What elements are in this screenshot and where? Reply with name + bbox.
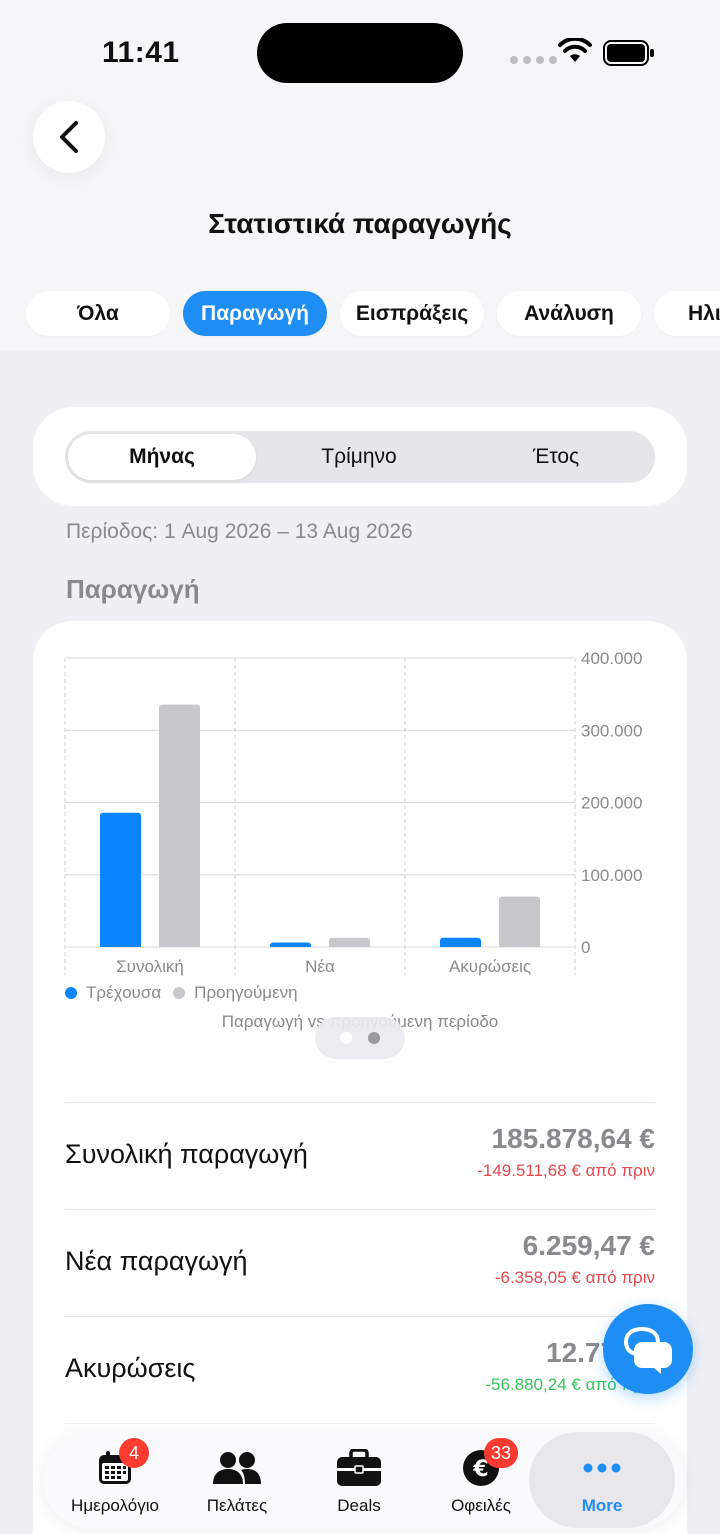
back-button[interactable] [33, 101, 105, 173]
stat-row-cancellations[interactable]: Ακυρώσεις 12.778,8 -56.880,24 € από πριν [65, 1316, 655, 1423]
wifi-icon [558, 38, 592, 62]
production-bar-chart: 400.000 300.000 200.000 100.000 0 Συνολική Νέα… [64, 649, 642, 976]
chat-bubbles-icon [623, 1326, 672, 1374]
period-segmented-control: Μήνας Τρίμηνο Έτος [65, 431, 655, 483]
nav-label: Οφειλές [451, 1496, 511, 1515]
nav-label: Ημερολόγιο [71, 1496, 159, 1515]
briefcase-icon [337, 1449, 381, 1486]
y-tick-label: 200.000 [581, 794, 642, 813]
calendar-badge: 4 [119, 1438, 149, 1468]
chart-bar [499, 896, 540, 947]
period-selector-card: Μήνας Τρίμηνο Έτος [33, 407, 687, 506]
tab-collections[interactable]: Εισπράξεις [340, 291, 484, 336]
chart-bar [270, 942, 311, 947]
chevron-left-icon [60, 121, 78, 153]
production-card: 400.000 300.000 200.000 100.000 0 Συνολική Νέα… [33, 621, 687, 1534]
chart-page-indicator[interactable] [315, 1017, 405, 1059]
page-title: Στατιστικά παραγωγής [208, 208, 512, 239]
x-tick-label: Συνολική [116, 957, 184, 976]
stat-label: Συνολική παραγωγή [65, 1139, 308, 1169]
section-title: Παραγωγή [66, 574, 200, 604]
chart-bar [440, 937, 481, 947]
stat-delta: -6.358,05 € από πριν [494, 1268, 655, 1287]
chart-bar [159, 704, 200, 947]
tab-analysis[interactable]: Ανάλυση [497, 291, 641, 336]
y-tick-label: 0 [581, 938, 590, 957]
dynamic-island [257, 23, 463, 83]
y-tick-label: 300.000 [581, 721, 642, 740]
nav-label: More [581, 1496, 623, 1515]
nav-label: Deals [337, 1496, 381, 1515]
tab-all[interactable]: Όλα [26, 291, 170, 336]
legend-item-current: Τρέχουσα [65, 983, 161, 1003]
segment-year[interactable]: Έτος [462, 434, 650, 480]
chat-button[interactable] [603, 1304, 693, 1394]
chart-legend: Τρέχουσα Προηγούμενη [65, 983, 310, 1003]
tab-partial[interactable]: Ηλι [654, 291, 720, 336]
cellular-signal-icon [510, 56, 557, 64]
bottom-navigation: 4 Ημερολόγιο Πελάτες Deals € 33 Οφειλές … [43, 1432, 685, 1528]
legend-dot-current [65, 987, 77, 999]
more-icon [583, 1463, 621, 1473]
nav-clients[interactable]: Πελάτες [179, 1432, 295, 1528]
legend-label-current: Τρέχουσα [86, 983, 162, 1002]
period-range-text: Περίοδος: 1 Aug 2026 – 13 Aug 2026 [66, 520, 413, 543]
stat-value: 185.878,64 € [491, 1123, 656, 1154]
x-tick-label: Νέα [305, 957, 335, 976]
stat-value: 6.259,47 € [522, 1230, 655, 1261]
legend-dot-previous [173, 987, 186, 999]
battery-icon [603, 40, 654, 66]
status-time: 11:41 [102, 36, 180, 69]
tab-production[interactable]: Παραγωγή [183, 291, 327, 336]
stat-label: Ακυρώσεις [65, 1353, 196, 1383]
nav-deals[interactable]: Deals [301, 1432, 417, 1528]
x-tick-label: Ακυρώσεις [449, 957, 531, 976]
segment-quarter[interactable]: Τρίμηνο [265, 434, 453, 480]
chart-bar [100, 812, 141, 947]
segment-month[interactable]: Μήνας [68, 434, 256, 480]
stat-label: Νέα παραγωγή [65, 1246, 248, 1276]
stat-delta: -149.511,68 € από πριν [477, 1161, 655, 1180]
nav-debts[interactable]: € 33 Οφειλές [423, 1432, 539, 1528]
legend-item-previous: Προηγούμενη [173, 983, 298, 1003]
stat-row-new[interactable]: Νέα παραγωγή 6.259,47 € -6.358,05 € από … [65, 1209, 655, 1316]
debts-badge: 33 [484, 1438, 519, 1468]
nav-calendar[interactable]: 4 Ημερολόγιο [57, 1432, 173, 1528]
stat-row-total[interactable]: Συνολική παραγωγή 185.878,64 € -149.511,… [65, 1102, 655, 1209]
y-tick-label: 100.000 [581, 866, 642, 885]
status-bar: 11:41 [0, 0, 720, 100]
page-dot-2[interactable] [368, 1032, 380, 1044]
y-tick-label: 400.000 [581, 649, 642, 668]
nav-label: Πελάτες [206, 1496, 268, 1515]
chart-bar [329, 937, 370, 947]
legend-label-previous: Προηγούμενη [194, 983, 298, 1002]
nav-more[interactable]: More [529, 1432, 675, 1528]
page-dot-1[interactable] [340, 1032, 352, 1044]
people-icon [213, 1452, 261, 1484]
